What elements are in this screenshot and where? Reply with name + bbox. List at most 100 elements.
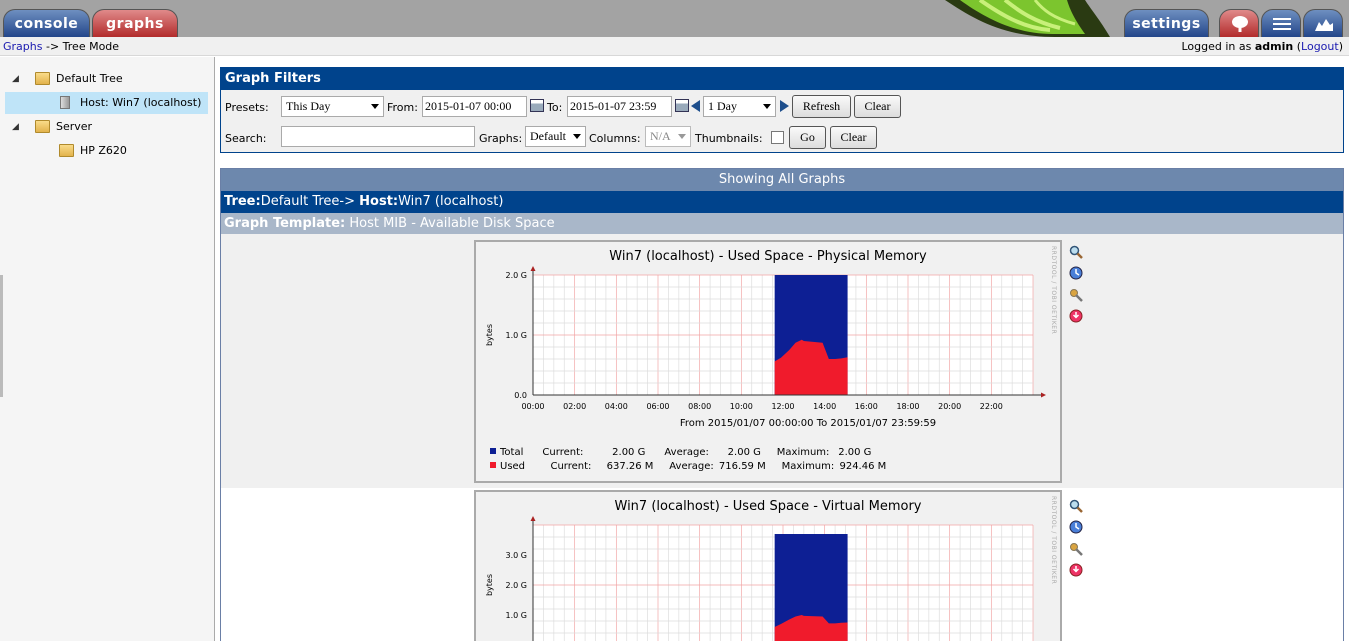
folder-icon — [59, 144, 74, 157]
folder-icon — [35, 120, 50, 133]
timespan-icon[interactable] — [1069, 266, 1083, 280]
chevron-down-icon — [763, 104, 771, 109]
zoom-icon[interactable] — [1069, 499, 1083, 513]
x-tick-label: 08:00 — [688, 402, 711, 411]
breadcrumb: Graphs -> Tree Mode — [3, 40, 119, 53]
search-input[interactable] — [281, 126, 475, 147]
legend-total-swatch — [490, 448, 496, 454]
from-calendar-icon[interactable] — [530, 99, 544, 112]
tree-node-server[interactable]: ◢ Server — [12, 116, 212, 138]
graphs-panel: Showing All Graphs Tree:Default Tree-> H… — [220, 168, 1344, 641]
shift-right-icon[interactable] — [780, 100, 789, 112]
preview-view-tab[interactable] — [1303, 9, 1343, 37]
presets-value: This Day — [286, 99, 331, 113]
graph-row: Win7 (localhost) - Used Space - Physical… — [221, 234, 1343, 488]
chevron-down-icon — [573, 134, 581, 139]
tab-console[interactable]: console — [3, 9, 90, 37]
graph-filters-title: Graph Filters — [221, 68, 1343, 90]
template-value: Host MIB - Available Disk Space — [349, 216, 555, 231]
x-tick-label: 12:00 — [771, 402, 794, 411]
to-date-input[interactable]: 2015-01-07 23:59 — [567, 96, 672, 117]
tab-graphs[interactable]: graphs — [92, 9, 178, 37]
chart-physical-memory-plot: 0.0 1.0 G 2.0 G 00:00 02:00 04:00 06:00 08:00 10… — [485, 266, 1046, 429]
graphs-select[interactable]: Default — [525, 126, 586, 147]
list-icon — [1273, 18, 1291, 30]
clear-timespan-button[interactable]: Clear — [854, 95, 901, 118]
tree-value: Default Tree-> — [260, 194, 355, 209]
list-view-tab[interactable] — [1261, 9, 1301, 37]
columns-label: Columns: — [589, 132, 641, 145]
tab-settings[interactable]: settings — [1124, 9, 1209, 37]
x-tick-label: 04:00 — [605, 402, 628, 411]
tree-expand-icon[interactable]: ◢ — [12, 116, 19, 138]
tree-label: Tree: — [224, 194, 261, 209]
timespan-icon[interactable] — [1069, 520, 1083, 534]
legend-name: Total — [500, 447, 524, 458]
y-tick-label: 2.0 G — [506, 581, 527, 590]
from-date-input[interactable]: 2015-01-07 00:00 — [422, 96, 527, 117]
breadcrumb-separator: -> — [45, 40, 60, 53]
y-tick-label: 1.0 G — [506, 611, 527, 620]
thumbnails-label: Thumbnails: — [695, 132, 763, 145]
legend-current: 2.00 G — [612, 447, 646, 458]
x-tick-label: 18:00 — [896, 402, 919, 411]
breadcrumb-bar: Graphs -> Tree Mode Logged in as admin (… — [0, 37, 1349, 56]
legend-used-swatch — [490, 462, 496, 468]
graph-row: Win7 (localhost) - Used Space - Virtual … — [221, 488, 1343, 641]
zoom-icon[interactable] — [1069, 245, 1083, 259]
tree-node-label: Host: Win7 (localhost) — [80, 96, 202, 109]
clear-filter-button[interactable]: Clear — [830, 126, 877, 149]
logout-link[interactable]: Logout — [1301, 40, 1339, 53]
tree-node-hp-z620[interactable]: HP Z620 — [12, 140, 212, 162]
splitter-handle[interactable] — [0, 275, 3, 397]
template-label: Graph Template: — [224, 216, 346, 231]
graphs-label: Graphs: — [479, 132, 523, 145]
columns-select[interactable]: N/A — [645, 126, 691, 147]
showing-all-graphs: Showing All Graphs — [221, 169, 1343, 191]
breadcrumb-current: Tree Mode — [62, 40, 120, 53]
top-bar: console graphs settings — [0, 0, 1349, 37]
to-calendar-icon[interactable] — [675, 99, 689, 112]
y-tick-label: 3.0 G — [506, 551, 527, 560]
shift-left-icon[interactable] — [691, 100, 700, 112]
graph-template-header: Graph Template: Host MIB - Available Dis… — [221, 213, 1343, 234]
graph-filters-panel: Graph Filters Presets: This Day From: 20… — [220, 67, 1344, 153]
y-tick-label: 0.0 — [514, 391, 527, 400]
legend-used: Used Current: 637.26 M Average: 716.59 M M… — [490, 461, 886, 472]
x-tick-label: 06:00 — [646, 402, 669, 411]
tree-host-header: Tree:Default Tree-> Host:Win7 (localhost… — [221, 191, 1343, 213]
timespan-select[interactable]: 1 Day — [703, 96, 776, 117]
y-axis-label: bytes — [485, 324, 494, 346]
thumbnails-checkbox[interactable] — [771, 131, 784, 144]
tree-expand-icon[interactable]: ◢ — [12, 68, 19, 90]
graph-physical-memory[interactable]: Win7 (localhost) - Used Space - Physical… — [474, 240, 1062, 483]
legend-current: 637.26 M — [606, 461, 654, 472]
csv-export-icon[interactable] — [1069, 563, 1083, 577]
presets-select[interactable]: This Day — [281, 96, 384, 117]
graph-virtual-memory[interactable]: Win7 (localhost) - Used Space - Virtual … — [474, 490, 1062, 641]
breadcrumb-graphs-link[interactable]: Graphs — [3, 40, 42, 53]
legend-maximum: 2.00 G — [838, 447, 872, 458]
x-tick-label: 00:00 — [521, 402, 544, 411]
chevron-down-icon — [678, 134, 686, 139]
tree-node-host-win7[interactable]: Host: Win7 (localhost) — [5, 92, 208, 114]
properties-icon[interactable] — [1069, 288, 1083, 302]
tree-node-label: HP Z620 — [80, 144, 127, 157]
graph-tree: ◢ Default Tree Host: Win7 (localhost) ◢ … — [0, 57, 215, 641]
y-axis-arrow — [530, 516, 536, 521]
refresh-button[interactable]: Refresh — [792, 95, 851, 118]
legend-total: Total Current: 2.00 G Average: 2.00 G Maxi… — [490, 447, 871, 458]
chart-virtual-memory-plot: 1.0 G 2.0 G 3.0 G bytes — [485, 516, 1034, 641]
tree-view-tab[interactable] — [1219, 9, 1259, 37]
go-button[interactable]: Go — [789, 126, 826, 149]
x-tick-label: 10:00 — [730, 402, 753, 411]
server-icon — [60, 96, 70, 109]
legend-name: Used — [500, 461, 526, 472]
properties-icon[interactable] — [1069, 542, 1083, 556]
chevron-down-icon — [371, 104, 379, 109]
csv-export-icon[interactable] — [1069, 309, 1083, 323]
host-label: Host: — [359, 194, 399, 209]
presets-label: Presets: — [225, 101, 269, 114]
graphs-value: Default — [530, 129, 566, 143]
tree-node-default-tree[interactable]: ◢ Default Tree — [12, 68, 212, 90]
